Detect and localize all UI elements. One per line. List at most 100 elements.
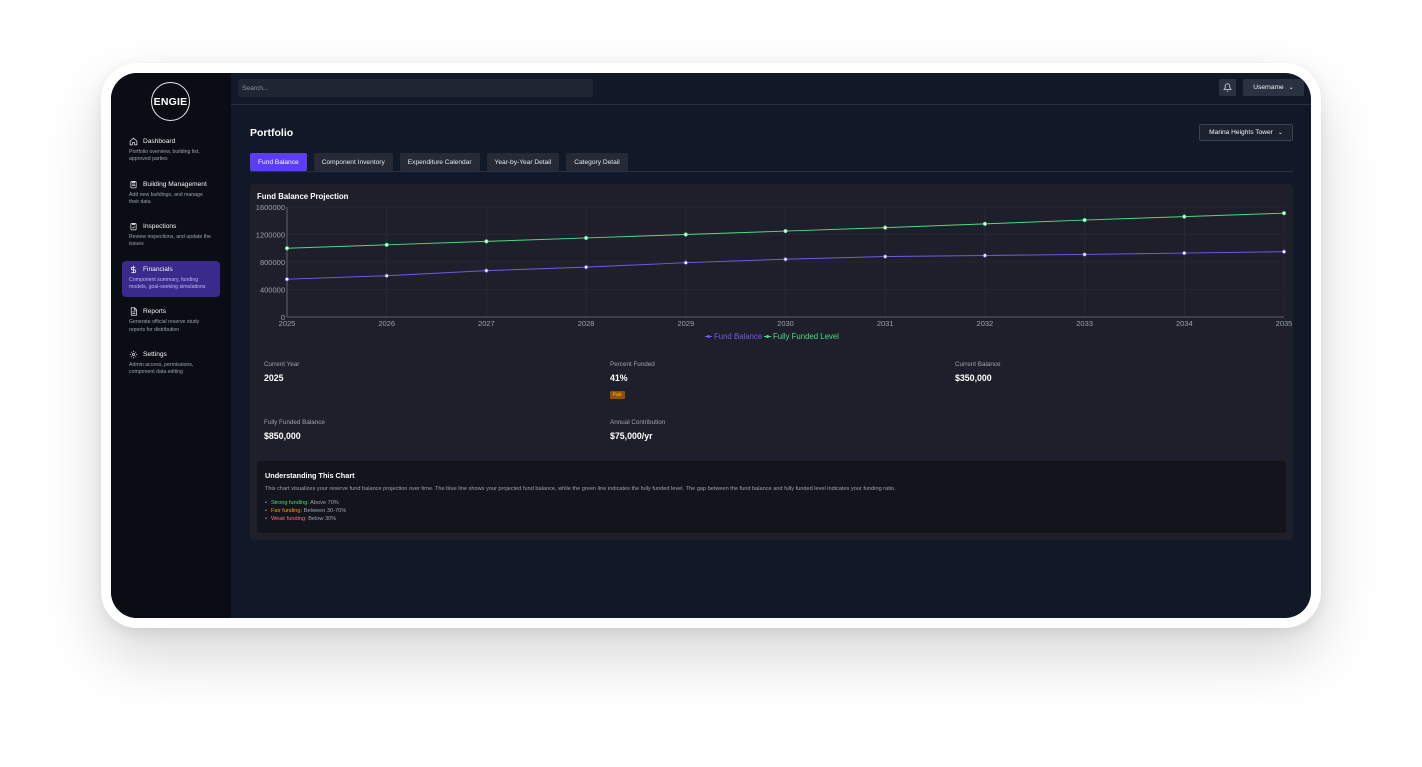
sidebar-item-description: Component summary, funding models, goal-… bbox=[129, 276, 206, 291]
stat-label: Annual Contribution bbox=[610, 419, 666, 426]
sidebar-item-label: Settings bbox=[143, 350, 167, 358]
info-title: Understanding This Chart bbox=[265, 471, 355, 480]
list-item: Weak funding: Below 30% bbox=[265, 515, 346, 523]
data-point bbox=[583, 235, 589, 241]
fair-funding-text: Between 30-70% bbox=[303, 508, 347, 514]
x-tick-label: 2033 bbox=[1076, 319, 1093, 328]
sidebar-item-reports[interactable]: Reports Generate official reserve study … bbox=[122, 303, 220, 340]
sidebar-item-label: Reports bbox=[143, 308, 167, 316]
funding-legend-list: Strong funding: Above 70% Fair funding: … bbox=[265, 499, 346, 523]
data-point bbox=[583, 265, 589, 270]
data-point bbox=[1082, 217, 1087, 223]
data-point bbox=[883, 254, 888, 259]
building-select[interactable]: Marina Heights Tower ⌄ bbox=[1199, 124, 1293, 141]
x-tick-label: 2031 bbox=[877, 319, 894, 328]
x-tick-label: 2032 bbox=[977, 319, 994, 328]
data-point bbox=[783, 257, 788, 262]
list-item: Strong funding: Above 70% bbox=[265, 499, 346, 507]
tabs-divider bbox=[250, 171, 1293, 172]
stat-label: Current Balance bbox=[955, 361, 1001, 368]
sidebar-item-label: Inspections bbox=[143, 223, 177, 231]
sidebar-item-building-management[interactable]: Building Management Add new buildings, a… bbox=[122, 176, 220, 213]
sidebar-nav: Dashboard Portfolio overview, building l… bbox=[122, 133, 220, 389]
home-icon bbox=[129, 137, 138, 146]
logo: ENGIE bbox=[151, 82, 190, 121]
weak-funding-label: Weak funding: bbox=[270, 516, 307, 522]
sidebar-item-settings[interactable]: Settings Admin access, permissions, comp… bbox=[122, 346, 220, 383]
stat-label: Current Year bbox=[264, 361, 300, 368]
stat-value: $350,000 bbox=[955, 373, 992, 383]
data-point bbox=[1281, 249, 1287, 254]
data-point bbox=[683, 260, 688, 265]
list-item: Fair funding: Between 30-70% bbox=[265, 507, 346, 515]
data-point bbox=[384, 242, 389, 247]
card-title: Fund Balance Projection bbox=[257, 192, 349, 201]
data-point bbox=[1182, 250, 1187, 256]
weak-funding-text: Below 30% bbox=[308, 516, 337, 522]
fair-funding-label: Fair funding: bbox=[270, 508, 303, 514]
document-icon bbox=[130, 307, 137, 316]
stat-label: Percent Funded bbox=[610, 361, 655, 368]
sidebar-item-dashboard[interactable]: Dashboard Portfolio overview, building l… bbox=[122, 133, 220, 170]
y-tick-label: 800000 bbox=[260, 258, 285, 267]
sidebar-item-inspections[interactable]: Inspections Review inspections, and upda… bbox=[122, 218, 220, 255]
strong-funding-text: Above 70% bbox=[310, 500, 339, 506]
data-point bbox=[683, 232, 688, 237]
search-input[interactable] bbox=[238, 79, 593, 97]
tab-category-detail[interactable]: Category Detail bbox=[566, 153, 628, 171]
sidebar-item-label: Financials bbox=[143, 265, 173, 273]
data-point bbox=[783, 228, 788, 234]
x-tick-label: 2035 bbox=[1276, 319, 1293, 328]
sidebar: ENGIE Dashboard Portfolio overview, buil… bbox=[111, 73, 231, 618]
main-content: Username ⌄ Portfolio Marina Heights Towe… bbox=[231, 73, 1311, 618]
topbar: Username ⌄ bbox=[231, 73, 1311, 105]
data-point bbox=[284, 246, 290, 251]
data-point bbox=[484, 239, 489, 244]
stat-percent-funded: Percent Funded 41% Fair bbox=[610, 361, 655, 401]
data-point bbox=[982, 221, 988, 226]
page-title: Portfolio bbox=[250, 127, 294, 139]
tab-bar: Fund Balance Component Inventory Expendi… bbox=[250, 153, 628, 171]
username: Username bbox=[1253, 84, 1284, 91]
data-point bbox=[284, 277, 290, 282]
chevron-down-icon: ⌄ bbox=[1288, 85, 1294, 91]
legend-label: Fully Funded Level bbox=[773, 332, 839, 341]
tab-fund-balance[interactable]: Fund Balance bbox=[250, 153, 307, 171]
y-tick-label: 1200000 bbox=[256, 231, 285, 240]
data-point bbox=[384, 273, 389, 278]
data-point bbox=[982, 253, 988, 258]
legend-marker bbox=[766, 335, 769, 338]
clipboard-check-icon bbox=[130, 223, 137, 231]
sidebar-item-description: Add new buildings, and manage their data bbox=[129, 191, 203, 205]
data-point bbox=[484, 268, 489, 273]
data-point bbox=[1281, 211, 1287, 216]
clipboard-icon bbox=[130, 180, 137, 188]
x-tick-label: 2030 bbox=[777, 319, 794, 328]
tab-component-inventory[interactable]: Component Inventory bbox=[313, 153, 393, 171]
y-tick-label: 400000 bbox=[260, 286, 285, 295]
sidebar-item-financials[interactable]: Financials Component summary, funding mo… bbox=[122, 260, 220, 298]
x-tick-label: 2034 bbox=[1176, 319, 1193, 328]
x-tick-label: 2025 bbox=[279, 319, 296, 328]
data-point bbox=[1182, 214, 1187, 219]
fund-balance-chart: 0400000800000120000016000002025 2026 2027 2… bbox=[256, 203, 1293, 341]
app-screen: ENGIE Dashboard Portfolio overview, buil… bbox=[111, 73, 1311, 618]
stat-value: $850,000 bbox=[264, 431, 301, 441]
fund-balance-card: Fund Balance Projection 0 400000 800000 120… bbox=[250, 184, 1293, 540]
sidebar-item-description: Portfolio overview, building list, appro… bbox=[129, 149, 200, 163]
bell-icon bbox=[1223, 83, 1232, 92]
stat-value: 2025 bbox=[264, 373, 284, 383]
building-select-value: Marina Heights Tower bbox=[1209, 129, 1273, 136]
tab-year-by-year-detail[interactable]: Year-by-Year Detail bbox=[486, 153, 560, 171]
info-text: This chart visualizes your reserve fund … bbox=[265, 486, 896, 492]
notifications-button[interactable] bbox=[1219, 79, 1236, 96]
stat-value: $75,000/yr bbox=[610, 431, 653, 441]
legend-marker bbox=[707, 335, 710, 338]
user-menu-button[interactable]: Username ⌄ bbox=[1243, 79, 1304, 96]
sidebar-item-description: Admin access, permissions, component dat… bbox=[129, 361, 194, 376]
data-point bbox=[1082, 252, 1087, 257]
tab-expenditure-calendar[interactable]: Expenditure Calendar bbox=[399, 153, 480, 171]
stat-annual-contribution: Annual Contribution $75,000/yr bbox=[610, 419, 665, 441]
y-tick-label: 1600000 bbox=[256, 203, 285, 212]
gear-icon bbox=[129, 350, 138, 359]
